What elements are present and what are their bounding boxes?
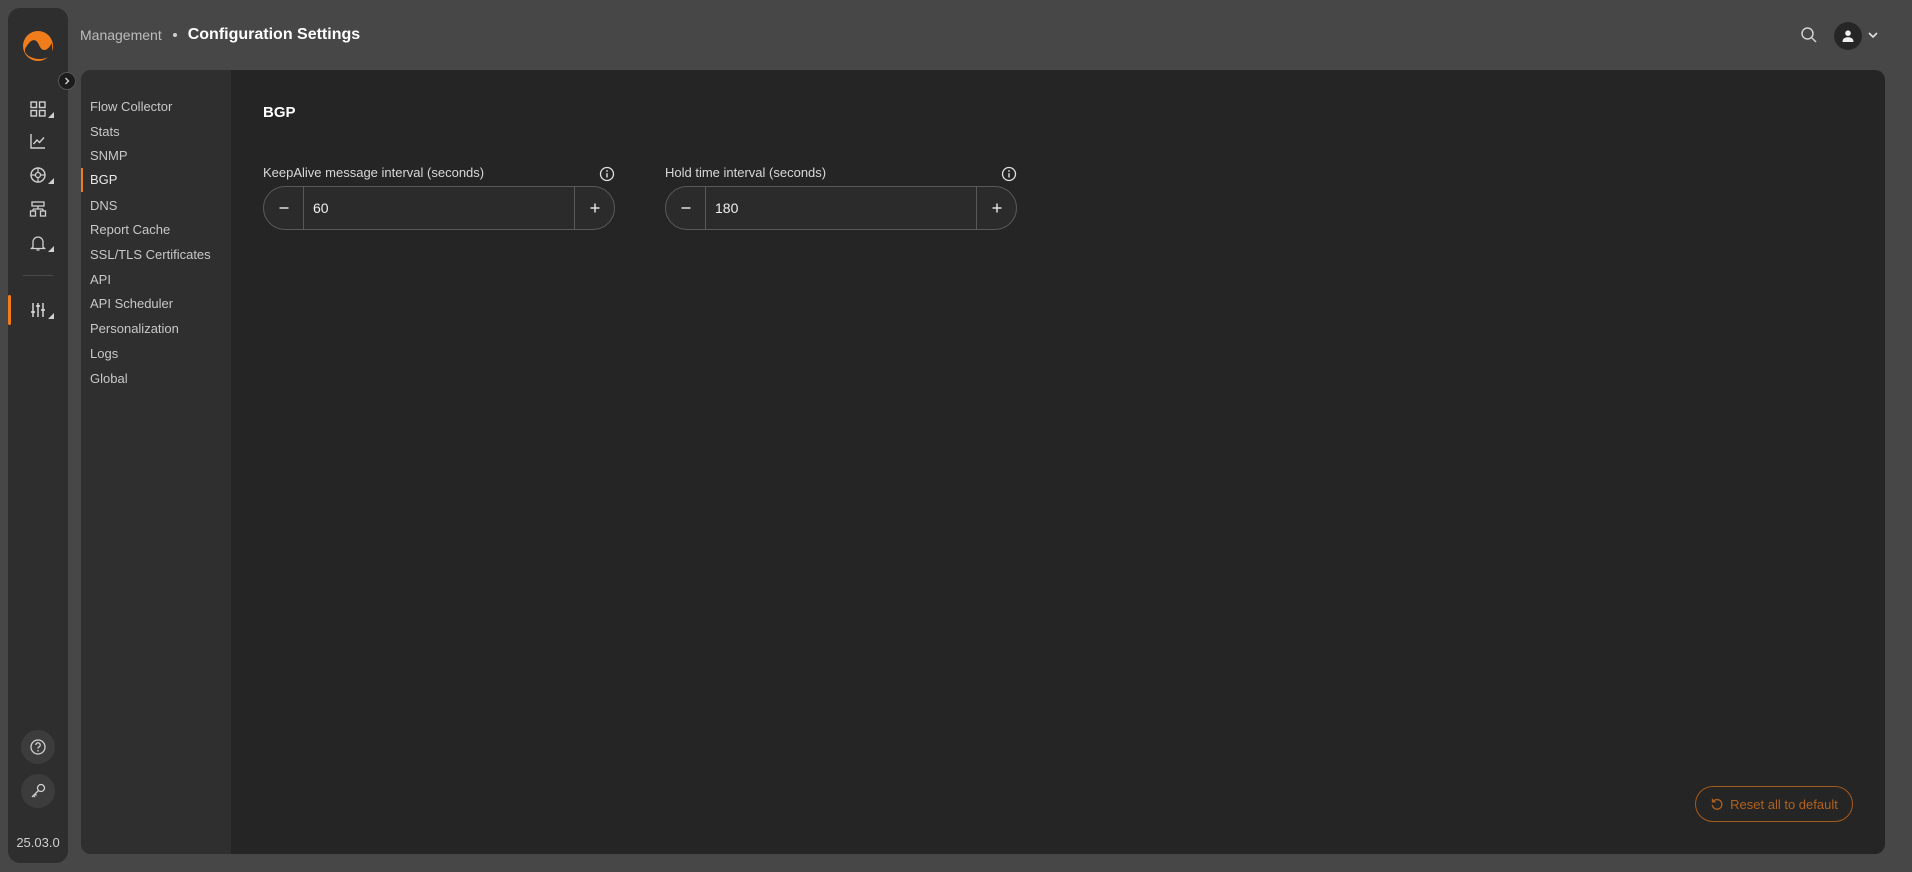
nav-item-bgp[interactable]: BGP xyxy=(90,168,117,192)
dashboard-icon xyxy=(30,101,46,117)
chevron-right-icon xyxy=(65,77,70,85)
app-version: 25.03.0 xyxy=(16,835,60,850)
nav-active-indicator xyxy=(81,168,83,192)
nav-item-flow-collector[interactable]: Flow Collector xyxy=(90,95,172,119)
hold-time-input[interactable] xyxy=(706,187,976,229)
submenu-indicator-icon xyxy=(48,246,54,252)
nav-item-api-scheduler[interactable]: API Scheduler xyxy=(90,292,173,316)
reset-all-button[interactable]: Reset all to default xyxy=(1695,786,1853,822)
rail-divider xyxy=(23,275,53,276)
submenu-indicator-icon xyxy=(48,178,54,184)
rail-item-network[interactable] xyxy=(8,160,68,190)
reset-all-label: Reset all to default xyxy=(1730,796,1838,812)
nav-item-dns[interactable]: DNS xyxy=(90,194,117,218)
nav-item-stats[interactable]: Stats xyxy=(90,120,120,144)
keepalive-stepper xyxy=(263,186,615,230)
breadcrumb: Management Configuration Settings xyxy=(80,26,360,44)
main-panel: Flow Collector Stats SNMP BGP DNS Report… xyxy=(81,70,1885,854)
app-rail: 25.03.0 xyxy=(8,8,76,863)
nav-item-snmp[interactable]: SNMP xyxy=(90,144,128,168)
field-label: Hold time interval (seconds) xyxy=(665,165,827,180)
search-icon[interactable] xyxy=(1799,25,1819,45)
topology-icon xyxy=(29,201,47,217)
field-label: KeepAlive message interval (seconds) xyxy=(263,165,485,180)
hold-time-stepper xyxy=(665,186,1017,230)
help-button[interactable] xyxy=(21,730,55,764)
rail-item-topology[interactable] xyxy=(8,194,68,224)
network-icon xyxy=(30,167,46,183)
rail-item-dashboards[interactable] xyxy=(8,94,68,124)
keepalive-interval-field: KeepAlive message interval (seconds) xyxy=(263,164,615,230)
rail-item-alerts[interactable] xyxy=(8,228,68,258)
hold-time-interval-field: Hold time interval (seconds) xyxy=(665,164,1017,230)
analytics-icon xyxy=(30,134,45,149)
nav-item-personalization[interactable]: Personalization xyxy=(90,317,179,341)
rail-item-configuration[interactable] xyxy=(8,295,68,325)
settings-sliders-icon xyxy=(31,303,45,317)
app-logo[interactable] xyxy=(22,30,54,62)
expand-rail-button[interactable] xyxy=(58,72,76,90)
increment-button[interactable] xyxy=(574,187,614,229)
section-title: BGP xyxy=(263,104,296,121)
decrement-button[interactable] xyxy=(666,187,706,229)
minus-icon xyxy=(279,207,288,209)
increment-button[interactable] xyxy=(976,187,1016,229)
minus-icon xyxy=(681,207,690,209)
nav-item-report-cache[interactable]: Report Cache xyxy=(90,218,170,242)
nav-item-ssl-tls-certificates[interactable]: SSL/TLS Certificates xyxy=(90,243,211,267)
rail-item-analytics[interactable] xyxy=(8,126,68,156)
nav-item-global[interactable]: Global xyxy=(90,367,128,391)
settings-content: BGP KeepAlive message interval (seconds) xyxy=(231,70,1885,854)
info-icon[interactable] xyxy=(599,166,615,182)
license-key-button[interactable] xyxy=(21,774,55,808)
user-icon xyxy=(1842,30,1854,42)
submenu-indicator-icon xyxy=(48,112,54,118)
submenu-indicator-icon xyxy=(48,313,54,319)
alerts-icon xyxy=(29,236,47,251)
breadcrumb-parent[interactable]: Management xyxy=(80,27,162,43)
nav-item-logs[interactable]: Logs xyxy=(90,342,118,366)
decrement-button[interactable] xyxy=(264,187,304,229)
settings-nav: Flow Collector Stats SNMP BGP DNS Report… xyxy=(81,70,231,854)
page-title: Configuration Settings xyxy=(187,26,361,43)
nav-item-api[interactable]: API xyxy=(90,268,111,292)
info-icon[interactable] xyxy=(1001,166,1017,182)
help-icon xyxy=(30,739,46,755)
reset-icon xyxy=(1711,798,1723,810)
plus-icon xyxy=(590,203,599,213)
chevron-down-icon[interactable] xyxy=(1866,28,1880,42)
user-avatar-button[interactable] xyxy=(1834,22,1862,50)
plus-icon xyxy=(992,203,1001,213)
keepalive-input[interactable] xyxy=(304,187,574,229)
key-icon xyxy=(31,783,46,798)
breadcrumb-separator xyxy=(172,33,177,37)
